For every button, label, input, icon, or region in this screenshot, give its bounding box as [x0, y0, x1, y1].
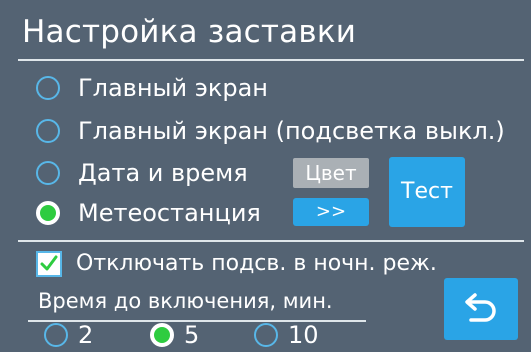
mode-option-weather-station[interactable]: Метеостанция — [36, 195, 261, 231]
delay-option-label: 10 — [288, 321, 319, 349]
radio-button-selected[interactable] — [150, 323, 174, 347]
next-button[interactable]: >> — [293, 198, 369, 226]
back-button[interactable] — [444, 278, 518, 340]
page-title: Настройка заставки — [22, 14, 357, 50]
mode-option-label: Дата и время — [78, 159, 248, 187]
radio-button[interactable] — [36, 161, 60, 185]
radio-button[interactable] — [44, 323, 68, 347]
test-button[interactable]: Тест — [389, 157, 465, 227]
radio-button[interactable] — [36, 76, 60, 100]
mode-option-label: Главный экран — [78, 74, 268, 102]
delay-option-5[interactable]: 5 — [150, 320, 199, 350]
color-button[interactable]: Цвет — [293, 158, 369, 188]
mode-option-main-screen[interactable]: Главный экран — [36, 70, 268, 106]
radio-button[interactable] — [36, 119, 60, 143]
delay-label: Время до включения, мин. — [38, 289, 333, 313]
mode-option-main-screen-backlight-off[interactable]: Главный экран (подсветка выкл.) — [36, 113, 505, 149]
night-mode-checkbox[interactable] — [36, 251, 62, 277]
delay-option-label: 2 — [78, 321, 94, 349]
night-mode-label: Отключать подсв. в ночн. реж. — [76, 251, 437, 276]
section-divider — [18, 240, 524, 242]
delay-option-10[interactable]: 10 — [254, 320, 319, 350]
night-mode-checkbox-row[interactable]: Отключать подсв. в ночн. реж. — [36, 246, 437, 282]
title-divider — [18, 59, 524, 61]
screensaver-settings-screen: Настройка заставки Главный экран Главный… — [0, 0, 531, 352]
radio-button-selected[interactable] — [36, 201, 60, 225]
mode-option-label: Метеостанция — [78, 199, 261, 227]
delay-option-label: 5 — [184, 321, 200, 349]
mode-option-label: Главный экран (подсветка выкл.) — [78, 117, 505, 145]
delay-option-2[interactable]: 2 — [44, 320, 93, 350]
radio-button[interactable] — [254, 323, 278, 347]
back-arrow-icon — [465, 293, 496, 322]
check-icon — [40, 255, 58, 271]
mode-option-date-time[interactable]: Дата и время — [36, 155, 248, 191]
